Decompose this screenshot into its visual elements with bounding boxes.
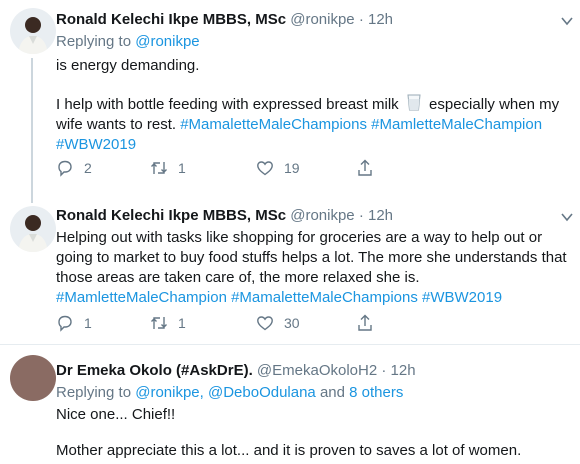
tweet-header: Dr Emeka Okolo (#AskDrE). @EmekaOkoloH2 … (56, 361, 416, 381)
replying-prefix: Replying to (56, 33, 132, 50)
reply-count: 1 (84, 315, 92, 331)
like-count: 19 (284, 160, 300, 176)
tweet-line: Mother appreciate this a lot... and it i… (56, 442, 522, 459)
tweet-text: is energy demanding. I help with bottle … (56, 56, 571, 155)
retweet-count: 1 (178, 160, 186, 176)
heart-icon (257, 316, 273, 331)
tweet-line-part: wife wants to rest. (56, 116, 177, 133)
replying-prefix: Replying to (56, 384, 132, 401)
retweet-icon (151, 162, 167, 174)
action-bar: 2 1 19 (56, 158, 476, 178)
reply-button[interactable]: 1 (56, 313, 92, 333)
hashtag-link[interactable]: #WBW2019 (56, 135, 571, 155)
replying-others-link[interactable]: 8 others (349, 384, 403, 401)
hashtag-link[interactable]: #MamletteMaleChampion #MamaletteMaleCham… (56, 288, 571, 308)
avatar[interactable] (10, 8, 56, 54)
separator-dot: · (358, 207, 364, 224)
replying-link[interactable]: @ronikpe (135, 33, 199, 50)
tweet-3[interactable]: Dr Emeka Okolo (#AskDrE). @EmekaOkoloH2 … (0, 345, 580, 464)
replying-to: Replying to @ronikpe (56, 32, 200, 52)
tweet-line: I help with bottle feeding with expresse… (56, 94, 571, 115)
retweet-button[interactable]: 1 (150, 158, 186, 178)
author-name[interactable]: Dr Emeka Okolo (#AskDrE). (56, 362, 253, 379)
author-name[interactable]: Ronald Kelechi Ikpe MBBS, MSc (56, 207, 286, 224)
tweet-line: is energy demanding. (56, 57, 200, 74)
like-count: 30 (284, 315, 300, 331)
separator-dot: · (358, 11, 364, 28)
milk-glass-icon (407, 94, 421, 111)
like-button[interactable]: 30 (256, 313, 300, 333)
timestamp[interactable]: 12h (391, 362, 416, 379)
tweet-line: Helping out with tasks like shopping for… (56, 229, 543, 246)
timestamp[interactable]: 12h (368, 207, 393, 224)
reply-icon (58, 315, 72, 332)
reply-icon (58, 160, 72, 177)
thread-line (31, 58, 33, 203)
tweet-text: Helping out with tasks like shopping for… (56, 228, 571, 308)
reply-button[interactable]: 2 (56, 158, 92, 178)
tweet-1[interactable]: Ronald Kelechi Ikpe MBBS, MSc @ronikpe ·… (0, 0, 580, 203)
author-handle[interactable]: @ronikpe (290, 207, 354, 224)
like-button[interactable]: 19 (256, 158, 300, 178)
chevron-down-icon[interactable] (560, 210, 574, 224)
share-button[interactable] (356, 158, 384, 178)
tweet-line: going to market to buy food stuffs helps… (56, 249, 567, 266)
tweet-2[interactable]: Ronald Kelechi Ikpe MBBS, MSc @ronikpe ·… (0, 200, 580, 340)
hashtag-link[interactable]: #MamaletteMaleChampions #MamletteMaleCha… (180, 116, 542, 133)
replying-and: and (319, 384, 345, 401)
retweet-count: 1 (178, 315, 186, 331)
tweet-line-part: especially when my (429, 96, 560, 113)
replying-to: Replying to @ronikpe, @DeboOdulana and 8… (56, 383, 403, 403)
action-bar: 1 1 30 (56, 313, 476, 333)
retweet-icon (151, 317, 167, 329)
share-icon (358, 159, 372, 176)
reply-count: 2 (84, 160, 92, 176)
heart-icon (257, 161, 273, 176)
chevron-down-icon[interactable] (560, 14, 574, 28)
share-button[interactable] (356, 313, 384, 333)
tweet-line: Nice one... Chief!! (56, 406, 176, 423)
retweet-button[interactable]: 1 (150, 313, 186, 333)
share-icon (358, 314, 372, 331)
author-handle[interactable]: @EmekaOkoloH2 (257, 362, 377, 379)
avatar[interactable] (10, 355, 56, 401)
timestamp[interactable]: 12h (368, 11, 393, 28)
tweet-line: wife wants to rest. #MamaletteMaleChampi… (56, 115, 571, 135)
tweet-header: Ronald Kelechi Ikpe MBBS, MSc @ronikpe ·… (56, 206, 393, 226)
author-name[interactable]: Ronald Kelechi Ikpe MBBS, MSc (56, 11, 286, 28)
avatar[interactable] (10, 206, 56, 252)
tweet-header: Ronald Kelechi Ikpe MBBS, MSc @ronikpe ·… (56, 10, 393, 30)
separator-dot: · (381, 362, 387, 379)
tweet-line-part: I help with bottle feeding with expresse… (56, 96, 399, 113)
author-handle[interactable]: @ronikpe (290, 11, 354, 28)
tweet-text: Nice one... Chief!! Mother appreciate th… (56, 405, 571, 461)
replying-link[interactable]: @ronikpe, @DeboOdulana (135, 384, 316, 401)
tweet-line: those areas are taken care of, the more … (56, 269, 420, 286)
